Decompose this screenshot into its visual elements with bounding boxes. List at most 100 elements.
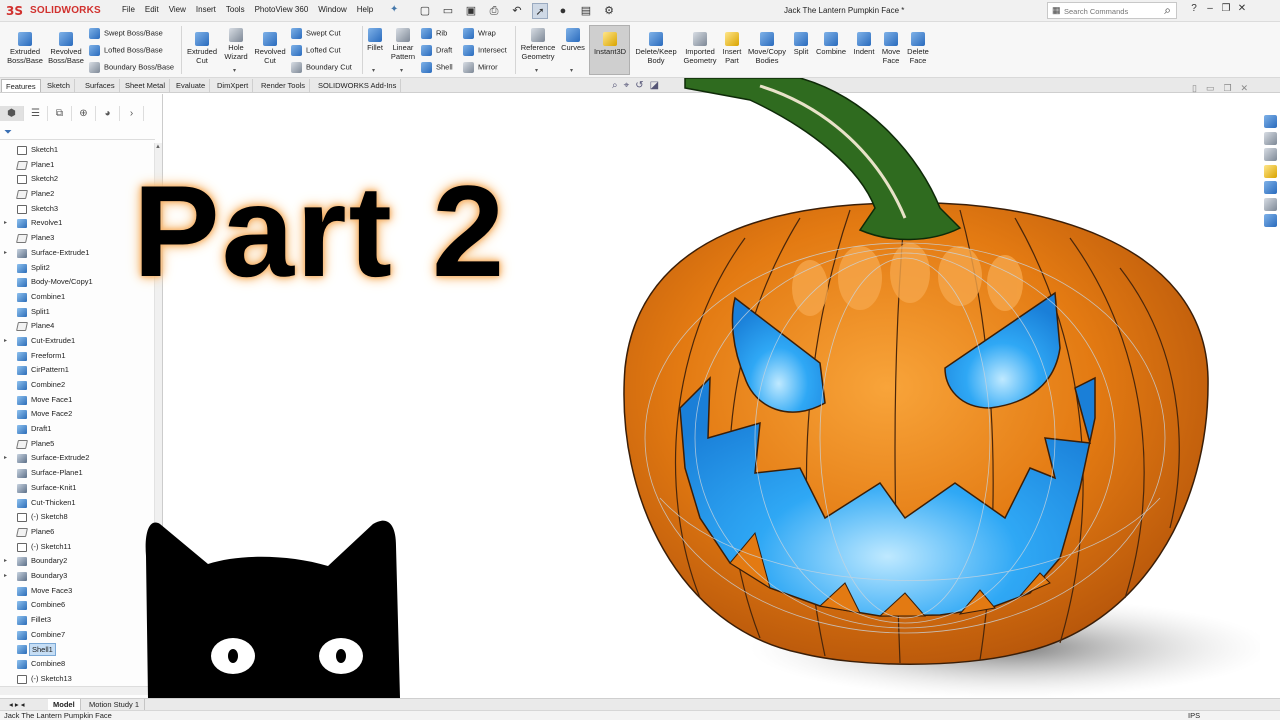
zoom-area-icon[interactable]: ⌖: [624, 80, 630, 91]
reference-geometry-button[interactable]: Reference Geometry: [518, 28, 558, 61]
scroll-up-icon[interactable]: ▲: [155, 144, 161, 150]
hole-wizard-button[interactable]: Hole Wizard: [221, 28, 251, 61]
fillet-dropdown-icon[interactable]: ▾: [372, 67, 375, 74]
select-pointer-icon[interactable]: ➚: [532, 3, 548, 19]
tree-item[interactable]: ▸ Revolve1: [0, 216, 152, 231]
tab-solidworks-addins[interactable]: SOLIDWORKS Add-Ins: [314, 79, 402, 92]
tree-item[interactable]: Split1: [0, 305, 152, 320]
tree-item[interactable]: ▸ Surface-Extrude2: [0, 451, 152, 466]
curves-button[interactable]: Curves: [560, 28, 586, 52]
solidworks-logo[interactable]: 3S SOLIDWORKS: [4, 3, 104, 19]
boundary-boss-button[interactable]: Boundary Boss/Base: [89, 62, 174, 73]
tree-horizontal-scrollbar[interactable]: [0, 686, 152, 695]
tree-item[interactable]: ▸ Boundary2: [0, 554, 152, 569]
viewport-minimize-icon[interactable]: ▭: [1206, 83, 1215, 94]
search-icon[interactable]: ⌕: [1164, 3, 1171, 18]
pattern-dropdown-icon[interactable]: ▾: [400, 67, 403, 74]
custom-properties-icon[interactable]: [1264, 197, 1277, 211]
file-properties-icon[interactable]: ▤: [578, 3, 594, 19]
section-view-icon[interactable]: ◪: [650, 80, 659, 91]
reference-dropdown-icon[interactable]: ▾: [535, 67, 538, 74]
tree-item[interactable]: Freeform1: [0, 349, 152, 364]
tree-item[interactable]: Surface-Plane1: [0, 466, 152, 481]
revolved-cut-button[interactable]: Revolved Cut: [253, 32, 287, 65]
file-explorer-icon[interactable]: [1264, 148, 1277, 161]
tree-item[interactable]: Move Face3: [0, 584, 152, 599]
tree-item[interactable]: Body-Move/Copy1: [0, 275, 152, 290]
menu-file[interactable]: File: [122, 5, 135, 14]
tree-item[interactable]: Split2: [0, 261, 152, 276]
help-icon[interactable]: ?: [1186, 3, 1202, 14]
view-palette-icon[interactable]: [1264, 164, 1277, 178]
tree-item[interactable]: (-) Sketch11: [0, 540, 152, 555]
status-units[interactable]: IPS: [1188, 711, 1200, 720]
shell-button[interactable]: Shell: [421, 62, 453, 73]
lofted-cut-button[interactable]: Lofted Cut: [291, 45, 341, 56]
tree-item[interactable]: CirPattern1: [0, 363, 152, 378]
move-copy-bodies-button[interactable]: Move/Copy Bodies: [747, 32, 787, 65]
rib-button[interactable]: Rib: [421, 28, 447, 39]
combine-button[interactable]: Combine: [814, 32, 848, 56]
linear-pattern-button[interactable]: Linear Pattern: [388, 28, 418, 61]
tab-surfaces[interactable]: Surfaces: [81, 79, 120, 92]
pin-icon[interactable]: ✦: [390, 4, 398, 15]
minimize-icon[interactable]: –: [1202, 3, 1218, 14]
expand-arrow-icon[interactable]: ▸: [4, 216, 7, 231]
tree-item[interactable]: ▸ Surface-Extrude1: [0, 246, 152, 261]
restore-icon[interactable]: ❐: [1218, 3, 1234, 14]
imported-geometry-button[interactable]: Imported Geometry: [680, 32, 720, 65]
open-folder-icon[interactable]: ▭: [440, 3, 456, 19]
display-manager-tab-icon[interactable]: ◕: [96, 106, 120, 121]
tree-item[interactable]: Surface-Knit1: [0, 481, 152, 496]
curves-dropdown-icon[interactable]: ▾: [570, 67, 573, 74]
move-face-button[interactable]: Move Face: [880, 32, 902, 65]
tree-item[interactable]: Plane3: [0, 231, 152, 246]
tree-item[interactable]: Combine8: [0, 657, 152, 672]
extruded-boss-button[interactable]: Extruded Boss/Base: [6, 32, 44, 65]
tree-item[interactable]: (-) Sketch8: [0, 510, 152, 525]
tree-item[interactable]: Plane2: [0, 187, 152, 202]
tree-item[interactable]: Sketch1: [0, 143, 152, 158]
tree-item[interactable]: Draft1: [0, 422, 152, 437]
print-icon[interactable]: ⎙: [486, 3, 502, 19]
tab-sketch[interactable]: Sketch: [43, 79, 75, 92]
expand-arrow-icon[interactable]: ▸: [4, 451, 7, 466]
previous-view-icon[interactable]: ↺: [635, 80, 643, 91]
menu-photoview[interactable]: PhotoView 360: [255, 5, 309, 14]
tab-dimxpert[interactable]: DimXpert: [213, 79, 254, 92]
tree-item[interactable]: Plane1: [0, 158, 152, 173]
appearances-icon[interactable]: [1264, 181, 1277, 194]
tree-item[interactable]: Combine6: [0, 598, 152, 613]
tree-item[interactable]: Shell1: [0, 642, 152, 657]
tree-item[interactable]: Combine1: [0, 290, 152, 305]
traffic-light-icon[interactable]: ●: [555, 3, 571, 19]
lofted-boss-button[interactable]: Lofted Boss/Base: [89, 45, 163, 56]
wrap-button[interactable]: Wrap: [463, 28, 496, 39]
tree-item[interactable]: ▸ Cut-Extrude1: [0, 334, 152, 349]
delete-face-button[interactable]: Delete Face: [905, 32, 931, 65]
tree-item[interactable]: Combine7: [0, 628, 152, 643]
hole-wizard-dropdown-icon[interactable]: ▾: [233, 67, 236, 74]
tree-item[interactable]: Sketch2: [0, 172, 152, 187]
configuration-manager-tab-icon[interactable]: ⧉: [48, 106, 72, 121]
insert-part-button[interactable]: Insert Part: [720, 32, 744, 65]
boundary-cut-button[interactable]: Boundary Cut: [291, 62, 352, 73]
instant3d-label-group[interactable]: Instant3D: [590, 32, 630, 56]
save-icon[interactable]: ▣: [463, 3, 479, 19]
dimxpert-manager-tab-icon[interactable]: ⊕: [72, 106, 96, 121]
delete-keep-body-button[interactable]: Delete/Keep Body: [634, 32, 678, 65]
pumpkin-model[interactable]: [560, 78, 1260, 698]
tree-item[interactable]: Plane5: [0, 437, 152, 452]
tree-item[interactable]: Move Face1: [0, 393, 152, 408]
expand-arrow-icon[interactable]: ▸: [4, 554, 7, 569]
swept-cut-button[interactable]: Swept Cut: [291, 28, 341, 39]
viewport-close-icon[interactable]: ✕: [1241, 83, 1249, 94]
panel-expand-icon[interactable]: ›: [120, 106, 144, 121]
filter-icon[interactable]: ⏷: [4, 127, 12, 138]
draft-button[interactable]: Draft: [421, 45, 452, 56]
tree-item[interactable]: Sketch3: [0, 202, 152, 217]
menu-help[interactable]: Help: [357, 5, 373, 14]
close-icon[interactable]: ✕: [1234, 3, 1250, 14]
split-button[interactable]: Split: [790, 32, 812, 56]
menu-view[interactable]: View: [169, 5, 186, 14]
